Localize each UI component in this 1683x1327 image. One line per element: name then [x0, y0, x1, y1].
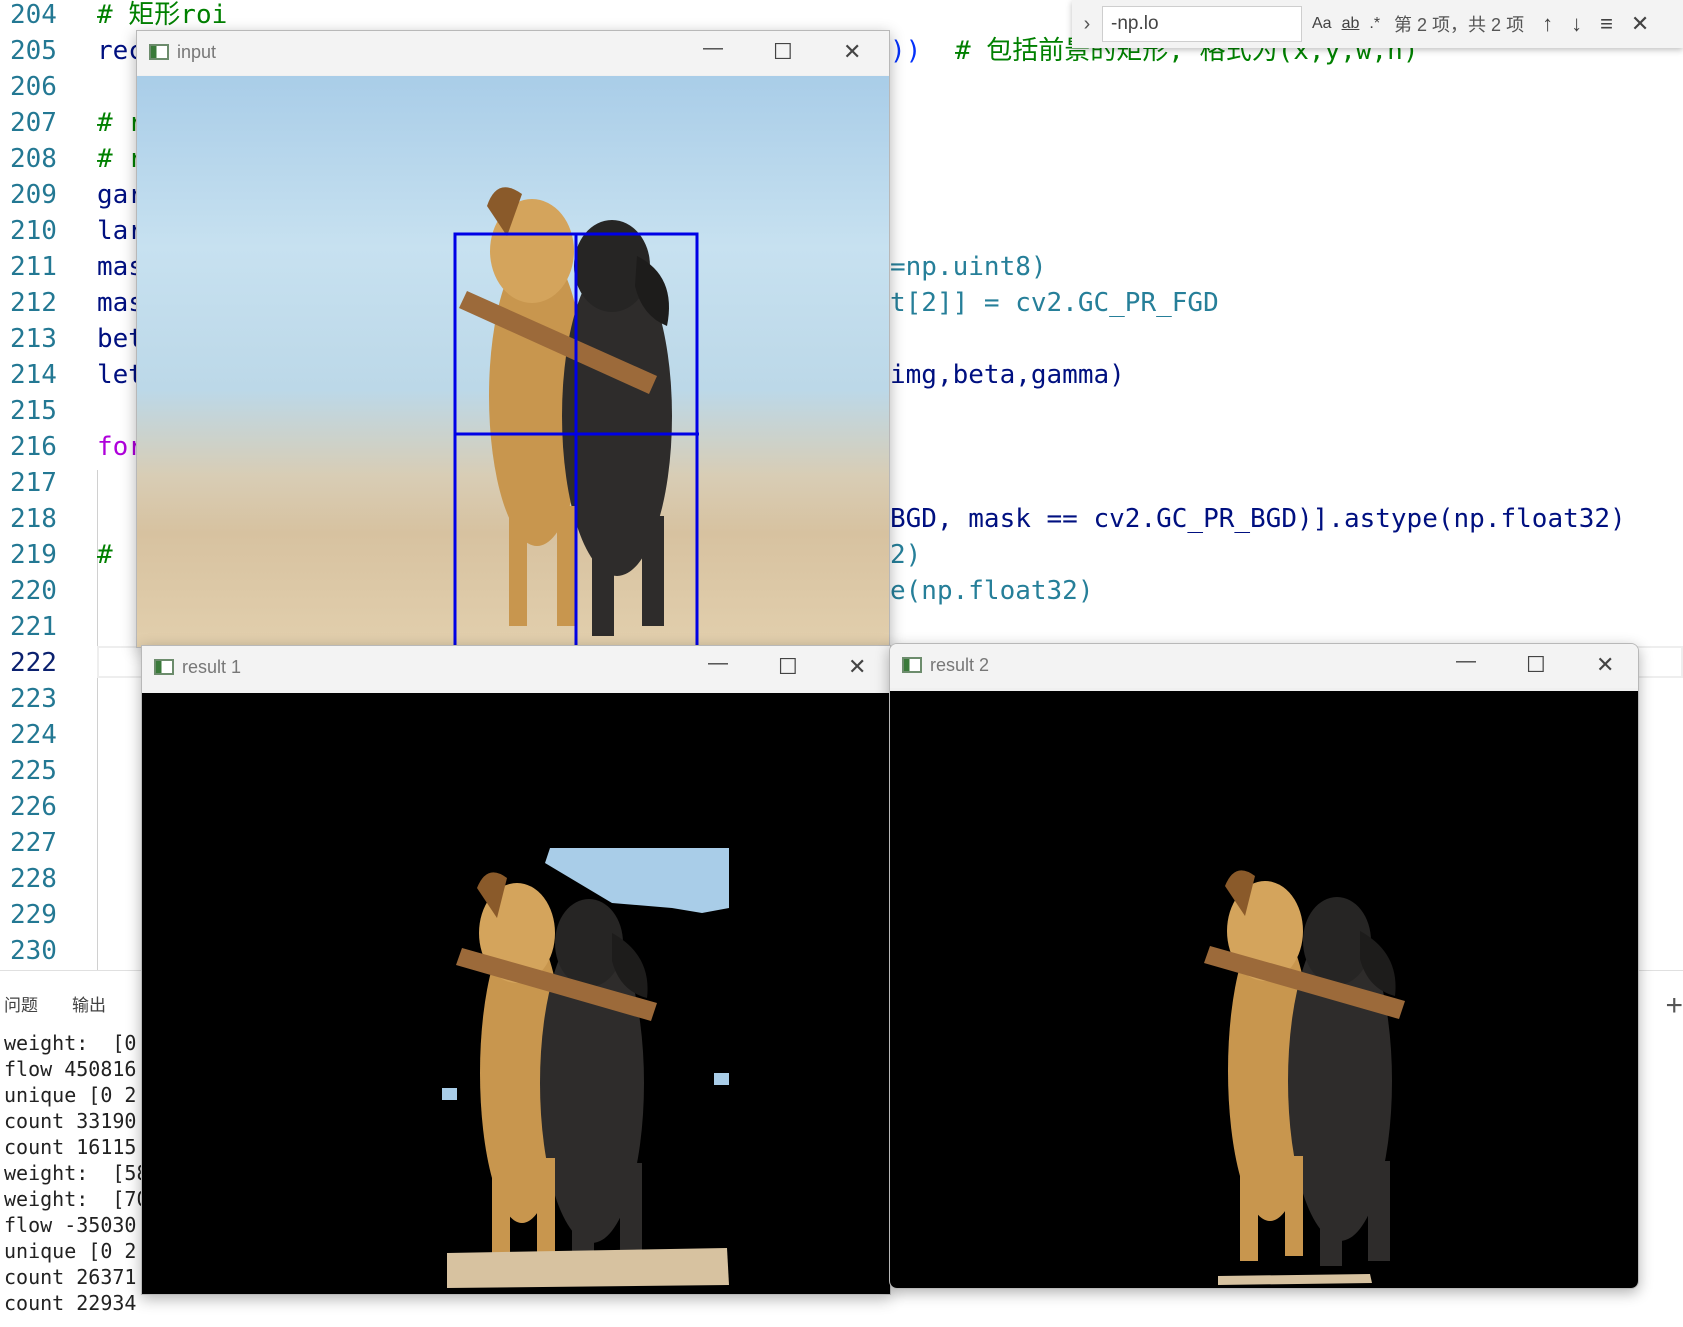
whole-word-toggle[interactable]: ab [1342, 15, 1360, 33]
console-line: flow -35030 [4, 1213, 137, 1237]
match-case-toggle[interactable]: Aa [1312, 15, 1332, 33]
window-result-1[interactable]: result 1 — ☐ ✕ [141, 645, 891, 1295]
maximize-icon[interactable]: ☐ [773, 39, 793, 65]
input-image [137, 76, 889, 647]
line-number: 219 [10, 540, 57, 570]
close-icon[interactable]: ✕ [1596, 652, 1614, 678]
line-number: 218 [10, 504, 57, 534]
minimize-icon[interactable]: — [1456, 650, 1476, 673]
console-line: weight: [58 [4, 1161, 149, 1185]
line-number: 224 [10, 720, 57, 750]
line-number: 221 [10, 612, 57, 642]
line-number: 216 [10, 432, 57, 462]
chevron-right-icon[interactable]: › [1072, 13, 1102, 36]
line-number: 205 [10, 36, 57, 66]
console-line: count 26371 [4, 1265, 137, 1289]
code-line-218-tail[interactable]: BGD, mask == cv2.GC_PR_BGD)].astype(np.f… [890, 501, 1626, 537]
line-number: 214 [10, 360, 57, 390]
code-line-219[interactable]: # [97, 537, 113, 573]
console-line: unique [0 2 [4, 1239, 137, 1263]
minimize-icon[interactable]: — [708, 652, 728, 675]
window-result-2[interactable]: result 2 — ☐ ✕ [889, 643, 1639, 1289]
maximize-icon[interactable]: ☐ [778, 654, 798, 680]
code-line-220-tail[interactable]: e(np.float32) [890, 573, 1094, 609]
line-number: 204 [10, 0, 57, 30]
console-line: unique [0 2 [4, 1083, 137, 1107]
titlebar[interactable]: result 2 — ☐ ✕ [890, 644, 1638, 688]
line-number: 225 [10, 756, 57, 786]
segmented-dogs-2 [1204, 870, 1405, 1285]
line-number: 227 [10, 828, 57, 858]
line-number: 222 [10, 648, 57, 678]
tab-output[interactable]: 输出 [72, 991, 106, 1016]
code-line-211-tail[interactable]: =np.uint8) [890, 249, 1047, 285]
segmented-dogs-1 [442, 848, 729, 1288]
regex-toggle[interactable]: .* [1369, 15, 1380, 33]
code-line-219-tail[interactable]: 2) [890, 537, 921, 573]
line-number: 211 [10, 252, 57, 282]
console-line: count 33190 [4, 1109, 137, 1133]
line-number: 209 [10, 180, 57, 210]
result-2-image [890, 691, 1638, 1288]
line-number: 230 [10, 936, 57, 966]
result-1-image [142, 693, 890, 1294]
code-line-204[interactable]: # 矩形roi [97, 0, 227, 33]
titlebar[interactable]: input — ☐ ✕ [137, 31, 889, 75]
titlebar[interactable]: result 1 — ☐ ✕ [142, 646, 890, 690]
line-number: 212 [10, 288, 57, 318]
maximize-icon[interactable]: ☐ [1526, 652, 1546, 678]
menu-icon[interactable]: ≡ [1600, 11, 1613, 37]
line-number: 207 [10, 108, 57, 138]
close-icon[interactable]: ✕ [848, 654, 866, 680]
app-icon [149, 44, 169, 60]
line-number: 229 [10, 900, 57, 930]
window-title: result 2 [930, 655, 990, 675]
code-line-214-tail[interactable]: img,beta,gamma) [890, 357, 1125, 393]
match-count: 第 2 项，共 2 项 [1394, 15, 1525, 35]
line-number: 217 [10, 468, 57, 498]
console-line: count 22934 [4, 1291, 137, 1315]
minimize-icon[interactable]: — [703, 37, 723, 60]
line-number: 226 [10, 792, 57, 822]
app-icon [902, 657, 922, 673]
line-number: 210 [10, 216, 57, 246]
plus-icon[interactable]: + [1665, 989, 1683, 1023]
line-number: 223 [10, 684, 57, 714]
arrow-down-icon[interactable]: ↓ [1571, 11, 1582, 37]
console-line: count 16115 [4, 1135, 137, 1159]
console-line: flow 450816 [4, 1057, 137, 1081]
code-line-205-brackets[interactable]: )) [890, 33, 921, 69]
window-input[interactable]: input — ☐ ✕ [136, 30, 890, 648]
window-title: result 1 [182, 657, 242, 677]
close-icon[interactable]: ✕ [1631, 11, 1649, 37]
find-input[interactable]: -np.lo [1102, 6, 1302, 42]
line-number: 220 [10, 576, 57, 606]
line-number: 215 [10, 396, 57, 426]
line-number: 206 [10, 72, 57, 102]
line-number: 213 [10, 324, 57, 354]
console-line: weight: [0 [4, 1031, 137, 1055]
dogs-photo [453, 187, 699, 647]
app-icon [154, 659, 174, 675]
window-title: input [177, 42, 217, 62]
tab-problems[interactable]: 问题 [4, 991, 38, 1016]
find-widget: › -np.lo Aa ab .* 第 2 项，共 2 项 ↑ ↓ ≡ ✕ [1072, 0, 1683, 48]
line-number: 208 [10, 144, 57, 174]
close-icon[interactable]: ✕ [843, 39, 861, 65]
arrow-up-icon[interactable]: ↑ [1542, 11, 1553, 37]
console-line: weight: [70 [4, 1187, 149, 1211]
code-line-212-tail[interactable]: t[2]] = cv2.GC_PR_FGD [890, 285, 1219, 321]
line-number: 228 [10, 864, 57, 894]
